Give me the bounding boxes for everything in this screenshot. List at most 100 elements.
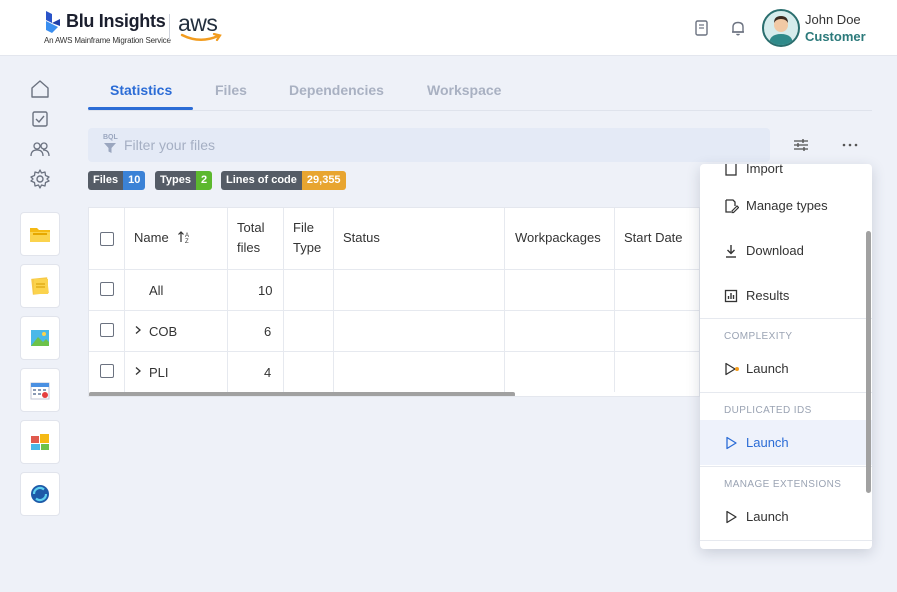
row-checkbox[interactable]	[100, 282, 114, 296]
home-icon[interactable]	[29, 78, 51, 100]
aws-smile-icon	[180, 33, 222, 42]
sync-globe-icon	[31, 485, 49, 503]
menu-section-manage-extensions: MANAGE EXTENSIONS	[724, 479, 842, 490]
menu-item-label: Launch	[746, 361, 789, 376]
tasks-checkbox-icon[interactable]	[29, 108, 51, 130]
sidebar-app-codebase[interactable]	[20, 212, 60, 256]
actions-dropdown-menu: Import Manage types Download Results COM…	[700, 164, 872, 549]
sidebar-app-dashboard[interactable]	[20, 420, 60, 464]
header-label: Total	[237, 220, 265, 235]
menu-item-label: Download	[746, 243, 804, 258]
menu-item-extensions-launch[interactable]: Launch	[700, 494, 872, 539]
column-header-start-date[interactable]: Start Date	[624, 228, 683, 248]
row-divider	[89, 351, 699, 352]
badge-value: 10	[123, 171, 146, 190]
row-total-files: 4	[264, 365, 272, 380]
menu-item-label: Import	[746, 164, 783, 176]
horizontal-scrollbar[interactable]	[89, 392, 515, 396]
column-header-workpackages[interactable]: Workpackages	[515, 228, 601, 248]
funnel-filter-icon	[104, 143, 116, 153]
menu-divider	[700, 540, 872, 541]
column-header-total-files[interactable]: Total files	[237, 218, 264, 258]
chevron-right-icon[interactable]	[133, 325, 143, 335]
menu-scrollbar[interactable]	[866, 231, 871, 493]
badge-value: 2	[195, 171, 213, 190]
row-divider	[89, 269, 699, 270]
header-label: Type	[293, 240, 322, 255]
menu-item-label: Manage types	[746, 198, 828, 213]
column-header-name[interactable]: Name A Z	[134, 228, 191, 248]
tab-statistics[interactable]: Statistics	[110, 82, 172, 98]
users-icon[interactable]	[29, 138, 51, 160]
row-divider	[89, 310, 699, 311]
sidebar-app-transformation[interactable]	[20, 316, 60, 360]
types-count-badge: Types 2	[155, 171, 213, 190]
filter-bar: BQL	[88, 128, 770, 162]
brand-name: Blu Insights	[66, 11, 166, 31]
more-options-icon[interactable]	[841, 136, 859, 154]
svg-text:Z: Z	[185, 239, 189, 244]
active-tab-indicator	[88, 107, 193, 110]
row-name[interactable]: All	[149, 283, 163, 298]
sidebar-app-calendar[interactable]	[20, 368, 60, 412]
notification-bell-icon[interactable]	[729, 19, 747, 37]
menu-item-duplicated-launch[interactable]: Launch	[700, 420, 872, 465]
project-tabs: Statistics Files Dependencies Workspace	[88, 74, 872, 111]
play-running-icon	[725, 362, 739, 375]
sidebar-app-sync[interactable]	[20, 472, 60, 516]
row-checkbox[interactable]	[100, 323, 114, 337]
menu-item-label: Results	[746, 288, 790, 303]
documentation-icon[interactable]	[693, 19, 711, 37]
user-name[interactable]: John Doe	[805, 12, 861, 27]
import-icon	[725, 164, 737, 176]
row-name[interactable]: PLI	[149, 365, 169, 380]
menu-divider	[700, 318, 872, 319]
menu-item-label: Launch	[746, 509, 789, 524]
edit-document-icon	[725, 198, 739, 213]
badge-label: Files	[88, 171, 124, 190]
tab-files[interactable]: Files	[215, 82, 247, 98]
blu-insights-logo-icon	[46, 11, 60, 33]
folder-icon	[30, 228, 50, 242]
row-checkbox[interactable]	[100, 364, 114, 378]
menu-item-results[interactable]: Results	[700, 273, 872, 318]
tab-workspace[interactable]: Workspace	[427, 82, 501, 98]
calendar-icon	[30, 382, 50, 400]
column-divider	[333, 208, 334, 392]
row-total-files: 6	[264, 324, 272, 339]
lines-of-code-badge: Lines of code 29,355	[221, 171, 346, 190]
sort-ascending-icon[interactable]: A Z	[177, 230, 191, 245]
sliders-settings-icon[interactable]	[792, 136, 810, 154]
app-header: Blu Insights An AWS Mainframe Migration …	[0, 0, 897, 56]
sticky-notes-icon	[31, 277, 49, 295]
settings-gear-icon[interactable]	[29, 168, 51, 190]
filter-input[interactable]	[124, 134, 744, 156]
select-all-checkbox[interactable]	[100, 232, 114, 246]
bar-chart-icon	[724, 289, 738, 302]
dashboard-blocks-icon	[31, 434, 49, 450]
avatar[interactable]	[762, 9, 800, 47]
brand-subtitle: An AWS Mainframe Migration Service	[44, 36, 171, 45]
chevron-right-icon[interactable]	[133, 366, 143, 376]
menu-divider	[700, 392, 872, 393]
row-name[interactable]: COB	[149, 324, 177, 339]
column-divider	[124, 208, 125, 392]
column-header-status[interactable]: Status	[343, 228, 380, 248]
logo-divider	[169, 14, 170, 40]
user-avatar-icon	[769, 16, 793, 45]
menu-section-complexity: COMPLEXITY	[724, 331, 793, 342]
files-count-badge: Files 10	[88, 171, 146, 190]
row-total-files: 10	[258, 283, 273, 298]
image-frame-icon	[31, 330, 49, 346]
user-role[interactable]: Customer	[805, 29, 866, 44]
play-icon	[726, 436, 737, 449]
sidebar-app-notes[interactable]	[20, 264, 60, 308]
menu-item-manage-types[interactable]: Manage types	[700, 183, 872, 228]
menu-item-download[interactable]: Download	[700, 228, 872, 273]
menu-item-complexity-launch[interactable]: Launch	[700, 346, 872, 391]
header-label: File	[293, 220, 314, 235]
statistics-table: Name A Z Total files File Type Status Wo…	[88, 207, 700, 397]
column-header-file-type[interactable]: File Type	[293, 218, 321, 258]
tab-dependencies[interactable]: Dependencies	[289, 82, 384, 98]
download-icon	[726, 244, 736, 258]
